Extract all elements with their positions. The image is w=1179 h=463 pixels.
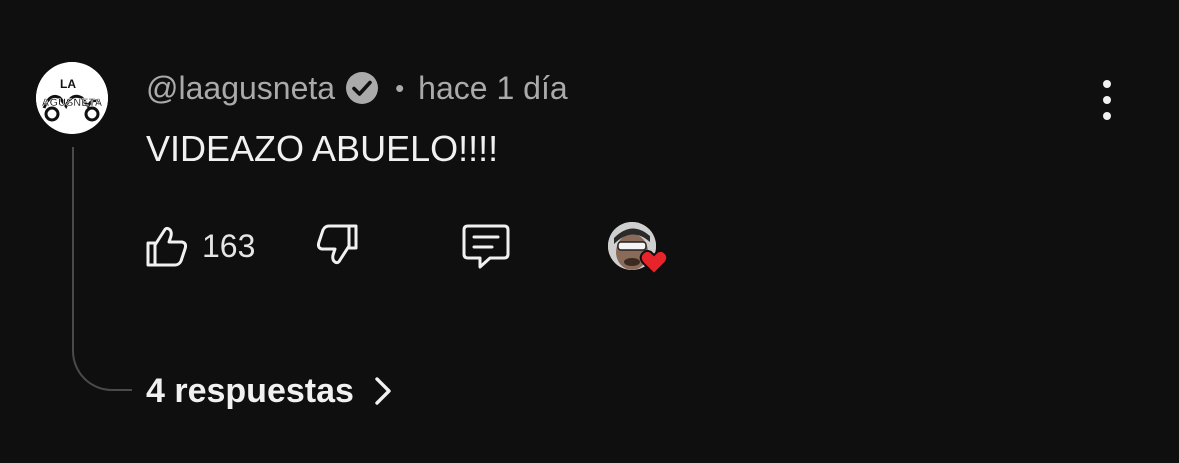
comment-timestamp[interactable]: hace 1 día (418, 70, 567, 107)
author-handle[interactable]: @laagusneta (146, 70, 335, 107)
author-avatar[interactable]: LA AGUSNETA (36, 62, 108, 134)
more-vertical-icon[interactable] (1090, 80, 1124, 120)
thread-connector-line (72, 147, 132, 391)
thumbs-down-icon (316, 224, 358, 265)
avatar-logo-bottom: AGUSNETA (42, 97, 103, 109)
dislike-button[interactable] (314, 222, 360, 273)
verified-badge-icon (345, 71, 379, 105)
more-dot (1103, 96, 1111, 104)
like-count: 163 (202, 227, 256, 264)
thumbs-up-icon (146, 226, 188, 267)
reply-button[interactable] (460, 222, 512, 275)
chevron-right-icon (374, 376, 392, 406)
like-button[interactable]: 163 (144, 222, 255, 270)
comment-header: @laagusneta • hace 1 día (146, 66, 568, 110)
creator-heart (608, 222, 672, 278)
more-dot (1103, 112, 1111, 120)
more-dot (1103, 80, 1111, 88)
view-replies-button[interactable]: 4 respuestas (146, 368, 392, 414)
comment-body: VIDEAZO ABUELO!!!! (146, 128, 499, 169)
comment-reply-icon (462, 224, 510, 269)
la-agusneta-logo-icon: LA AGUSNETA (36, 62, 108, 134)
avatar-logo-top: LA (60, 77, 76, 91)
comment-thread: LA AGUSNETA @laagusneta • hace 1 día VID… (0, 0, 1179, 463)
replies-count-label: 4 respuestas (146, 371, 354, 410)
header-separator: • (395, 72, 405, 103)
heart-icon (639, 249, 669, 276)
